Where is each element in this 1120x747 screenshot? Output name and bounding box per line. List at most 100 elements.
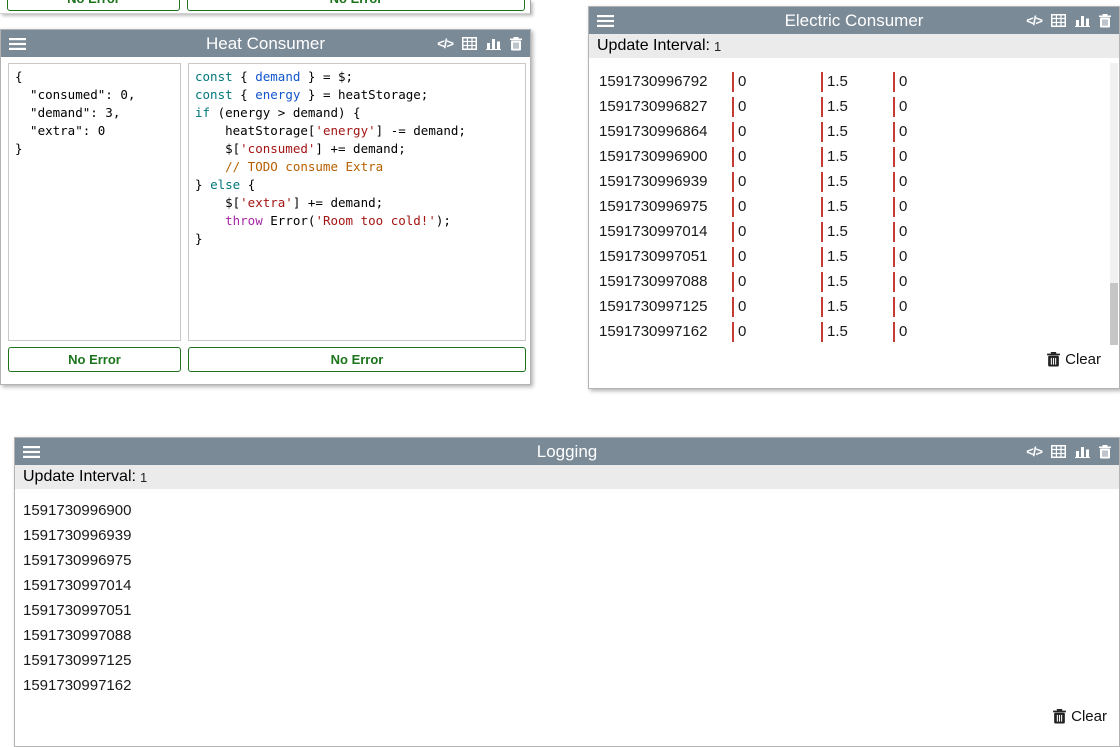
log-entry: 1591730996975 (15, 548, 1109, 573)
status-button-no-error[interactable]: No Error (7, 0, 180, 11)
row-value: 0 (893, 322, 953, 342)
row-value: 0 (732, 222, 821, 242)
row-value: 1.5 (821, 172, 893, 192)
row-timestamp: 1591730997162 (589, 323, 732, 340)
row-timestamp: 1591730997125 (589, 298, 732, 315)
row-value: 0 (732, 197, 821, 217)
row-value: 1.5 (821, 272, 893, 292)
menu-icon[interactable] (9, 38, 26, 50)
row-value: 0 (732, 172, 821, 192)
table-row: 159173099705101.50 (589, 244, 1109, 269)
update-interval-row: Update Interval: (15, 465, 1119, 489)
heat-consumer-panel: Heat Consumer </> { "consumed": 0, "dema… (0, 29, 531, 385)
log-entry: 1591730996900 (15, 498, 1109, 523)
heat-json-editor[interactable]: { "consumed": 0, "demand": 3, "extra": 0… (8, 63, 181, 341)
panel-header: Electric Consumer </> (589, 7, 1119, 34)
row-value: 0 (732, 122, 821, 142)
row-value: 0 (893, 247, 953, 267)
log-entry: 1591730997051 (15, 598, 1109, 623)
table-row: 159173099693901.50 (589, 169, 1109, 194)
table-row: 159173099686401.50 (589, 119, 1109, 144)
trash-icon[interactable] (510, 37, 522, 51)
log-entry: 1591730997125 (15, 648, 1109, 673)
log-entry: 1591730997014 (15, 573, 1109, 598)
electric-consumer-rows: 159173099679201.50159173099682701.501591… (589, 69, 1109, 344)
chart-view-icon[interactable] (486, 37, 501, 50)
status-button-no-error[interactable]: No Error (187, 0, 525, 11)
row-value: 1.5 (821, 147, 893, 167)
heat-code-editor[interactable]: const { demand } = $;const { energy } = … (188, 63, 526, 341)
row-value: 0 (893, 147, 953, 167)
update-interval-label: Update Interval: (23, 468, 136, 486)
clear-label: Clear (1071, 708, 1107, 725)
code-view-icon[interactable]: </> (437, 36, 453, 51)
clear-label: Clear (1065, 351, 1101, 368)
table-view-icon[interactable] (1051, 445, 1066, 458)
row-value: 0 (893, 172, 953, 192)
row-value: 0 (732, 72, 821, 92)
table-row: 159173099701401.50 (589, 219, 1109, 244)
table-row: 159173099697501.50 (589, 194, 1109, 219)
row-timestamp: 1591730996864 (589, 123, 732, 140)
panel-header: Heat Consumer </> (1, 30, 530, 57)
row-value: 1.5 (821, 72, 893, 92)
row-value: 0 (732, 97, 821, 117)
log-entry: 1591730997088 (15, 623, 1109, 648)
row-timestamp: 1591730997088 (589, 273, 732, 290)
update-interval-input[interactable] (140, 470, 220, 485)
row-value: 0 (732, 247, 821, 267)
status-button-no-error[interactable]: No Error (8, 347, 181, 372)
row-value: 1.5 (821, 297, 893, 317)
row-timestamp: 1591730996975 (589, 198, 732, 215)
row-value: 0 (893, 197, 953, 217)
table-row: 159173099712501.50 (589, 294, 1109, 319)
row-value: 0 (732, 272, 821, 292)
update-interval-label: Update Interval: (597, 37, 710, 55)
scrollbar-thumb[interactable] (1110, 283, 1118, 345)
menu-icon[interactable] (23, 446, 40, 458)
table-row: 159173099682701.50 (589, 94, 1109, 119)
chart-view-icon[interactable] (1075, 445, 1090, 458)
table-view-icon[interactable] (462, 37, 477, 50)
row-value: 0 (893, 122, 953, 142)
trash-icon[interactable] (1099, 445, 1111, 459)
table-row: 159173099716201.50 (589, 319, 1109, 344)
table-view-icon[interactable] (1051, 14, 1066, 27)
panel-header: Logging </> (15, 438, 1119, 465)
row-value: 0 (893, 97, 953, 117)
menu-icon[interactable] (597, 15, 614, 27)
clear-button[interactable]: Clear (1047, 351, 1101, 368)
row-timestamp: 1591730997014 (589, 223, 732, 240)
row-value: 1.5 (821, 222, 893, 242)
row-value: 1.5 (821, 322, 893, 342)
row-value: 1.5 (821, 97, 893, 117)
update-interval-row: Update Interval: (589, 34, 1119, 58)
row-value: 1.5 (821, 247, 893, 267)
table-row: 159173099690001.50 (589, 144, 1109, 169)
row-value: 1.5 (821, 197, 893, 217)
update-interval-input[interactable] (714, 39, 794, 54)
scrollbar[interactable] (1110, 63, 1118, 345)
row-value: 0 (893, 297, 953, 317)
trash-icon[interactable] (1099, 14, 1111, 28)
code-view-icon[interactable]: </> (1026, 444, 1042, 459)
status-button-no-error[interactable]: No Error (188, 347, 526, 372)
row-timestamp: 1591730996939 (589, 173, 732, 190)
electric-consumer-panel: Electric Consumer </> Update Interval: 1… (588, 6, 1120, 389)
logging-panel: Logging </> Update Interval: 15917309969… (14, 437, 1120, 747)
table-row: 159173099679201.50 (589, 69, 1109, 94)
row-timestamp: 1591730996792 (589, 73, 732, 90)
log-entry: 1591730996939 (15, 523, 1109, 548)
row-value: 0 (732, 322, 821, 342)
trash-icon (1053, 709, 1066, 724)
table-row: 159173099708801.50 (589, 269, 1109, 294)
chart-view-icon[interactable] (1075, 14, 1090, 27)
code-view-icon[interactable]: </> (1026, 13, 1042, 28)
clear-button[interactable]: Clear (1053, 708, 1107, 725)
logging-rows: 1591730996900159173099693915917309969751… (15, 498, 1109, 698)
row-value: 0 (893, 222, 953, 242)
panel-title: Logging (15, 442, 1119, 462)
row-timestamp: 1591730996900 (589, 148, 732, 165)
row-value: 0 (732, 147, 821, 167)
log-entry: 1591730997162 (15, 673, 1109, 698)
